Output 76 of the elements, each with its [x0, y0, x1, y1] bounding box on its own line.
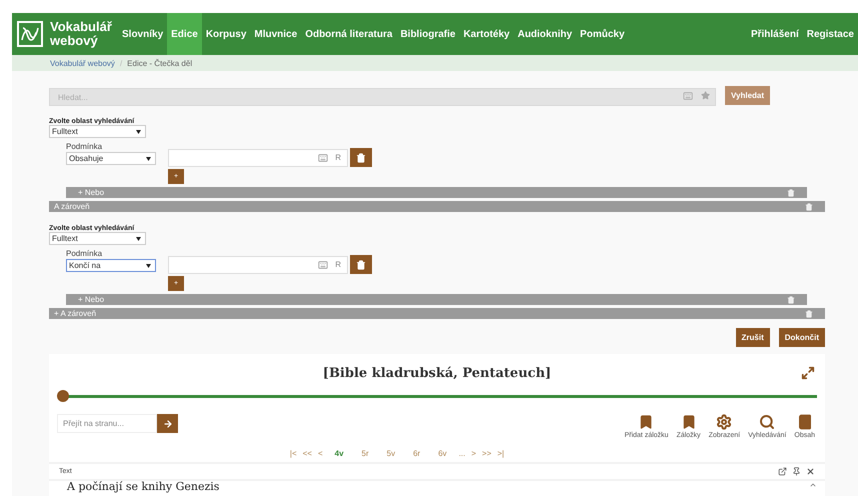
field-label: Podmínka [66, 249, 104, 258]
value-field[interactable]: R [168, 256, 348, 274]
account-link[interactable]: Přihlášení [746, 13, 803, 55]
breadcrumb-current: Edice - Čtečka děl [127, 58, 192, 68]
regex-toggle[interactable]: R [335, 153, 341, 162]
pager-link[interactable]: > [471, 449, 476, 458]
nav-link[interactable]: Korpusy [202, 13, 250, 55]
go-button[interactable] [157, 414, 178, 433]
fullscreen-icon[interactable] [801, 366, 815, 380]
pager-link[interactable]: >> [482, 449, 492, 458]
arrow-right-icon [162, 418, 172, 428]
pager-link[interactable]: >| [497, 449, 504, 458]
site-title[interactable]: Vokabulář webový [50, 20, 112, 48]
account-link[interactable]: Registace [802, 13, 858, 55]
page-link[interactable]: 6r [413, 449, 420, 458]
nav-link[interactable]: Bibliografie [396, 13, 460, 55]
page-link[interactable]: 6v [438, 449, 447, 458]
and-button[interactable]: A zároveň [54, 202, 90, 211]
and-button[interactable]: + A zároveň [54, 309, 96, 318]
pager-link[interactable]: < [318, 449, 323, 458]
nav-link[interactable]: Pomůcky [576, 13, 629, 55]
pager-link[interactable]: ... [458, 449, 466, 458]
page-link[interactable]: 5v [386, 449, 396, 458]
search-button[interactable]: Vyhledat [725, 86, 770, 105]
pager-link[interactable]: << [302, 449, 312, 458]
delete-button[interactable] [350, 255, 372, 274]
breadcrumb-link[interactable]: Vokabulář webový [50, 58, 115, 68]
delete-button[interactable] [350, 148, 372, 167]
caret-icon [136, 130, 141, 134]
book-icon [796, 414, 813, 430]
bookmark-icon [638, 414, 654, 430]
regex-toggle[interactable]: R [335, 260, 341, 269]
nav-link[interactable]: Odborná literatura [301, 13, 396, 55]
condition-select[interactable]: Končí na [66, 259, 156, 272]
pager-link[interactable]: |< [290, 449, 297, 458]
trash-icon [356, 260, 366, 270]
page-input[interactable]: Přejít na stranu... [57, 414, 157, 433]
trash-icon [356, 152, 366, 162]
keyboard-icon[interactable] [318, 152, 328, 162]
star-icon[interactable] [701, 90, 710, 100]
breadcrumb-separator: / [120, 58, 122, 68]
field-label: Podmínka [66, 142, 104, 151]
nav-link[interactable]: Mluvnice [250, 13, 302, 55]
trash-icon[interactable] [787, 188, 795, 196]
caret-icon [146, 156, 151, 160]
search-icon [759, 414, 776, 430]
caret-icon [146, 264, 151, 268]
logo-icon [16, 20, 44, 48]
area-select[interactable]: Fulltext [49, 232, 146, 245]
area-select[interactable]: Fulltext [49, 125, 146, 138]
close-icon[interactable] [806, 467, 815, 476]
finish-button[interactable]: Dokončit [778, 328, 825, 347]
nav-link[interactable]: Slovníky [118, 13, 168, 55]
document-title: [Bible kladrubská, Pentateuch] [322, 366, 552, 380]
keyboard-icon[interactable] [318, 260, 328, 270]
gear-icon [716, 414, 732, 430]
trash-icon[interactable] [805, 310, 813, 318]
or-button[interactable]: + Nebo [78, 188, 104, 197]
page-link[interactable]: 4v [334, 449, 344, 458]
or-button[interactable]: + Nebo [78, 295, 104, 304]
value-field[interactable]: R [168, 148, 348, 166]
nav-link[interactable]: Edice [167, 13, 202, 55]
caret-icon [136, 236, 141, 240]
slider-thumb[interactable] [57, 390, 69, 402]
nav-link[interactable]: Kartotéky [459, 13, 514, 55]
text-line: A počínají se knihy Genezis [66, 481, 220, 493]
external-link-icon[interactable] [778, 467, 787, 476]
cancel-button[interactable]: Zrušit [736, 328, 770, 347]
nav-link[interactable]: Audioknihy [514, 13, 576, 55]
trash-icon[interactable] [805, 202, 813, 210]
bookmark-icon [680, 414, 696, 430]
search-field[interactable]: Hledat... [49, 88, 716, 106]
trash-icon[interactable] [787, 296, 795, 304]
condition-select[interactable]: Obsahuje [66, 152, 156, 165]
page-link[interactable]: 5r [362, 449, 369, 458]
pin-icon[interactable] [792, 467, 801, 476]
